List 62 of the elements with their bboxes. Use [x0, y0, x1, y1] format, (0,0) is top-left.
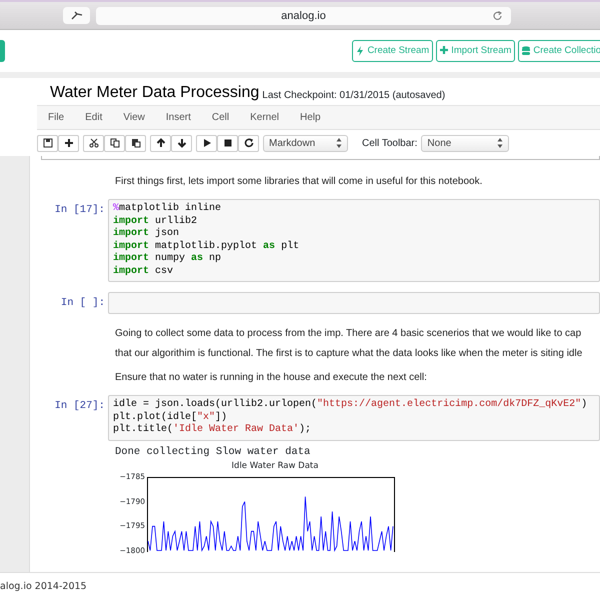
paragraph: Going to collect some data to process from the imp. There are 4 basic scenerios that we would like to cap — [115, 327, 582, 341]
code-line: import matplotlib.pyplot as plt — [113, 240, 300, 252]
arrow-down-icon — [176, 138, 186, 148]
cell-type-select[interactable]: Markdown — [263, 134, 348, 152]
code-input[interactable]: %matplotlib inline import urllib2 import json import matplotlib.pyplot as plt import numpy as np import csv — [108, 199, 600, 282]
plus-icon — [440, 46, 448, 56]
reload-icon — [493, 11, 503, 21]
checkpoint-text: Last Checkpoint: 01/31/2015 (autosaved) — [262, 89, 446, 103]
menu-item[interactable]: Edit — [85, 110, 114, 125]
code-input[interactable] — [108, 292, 600, 314]
menu-item[interactable]: Insert — [166, 110, 203, 125]
code-line: import json — [113, 228, 180, 240]
database-icon — [522, 46, 530, 56]
code-line: idle = json.loads(urllib2.urlopen("https://agent.electricimp.com/dk7DFZ_qKvE2") — [113, 399, 588, 412]
play-icon — [202, 138, 212, 148]
bolt-icon — [356, 46, 364, 56]
menu-item[interactable]: View — [123, 110, 157, 125]
code-line: import numpy as np — [113, 253, 222, 266]
toolbar-button[interactable] — [217, 134, 238, 152]
address-bar[interactable]: analog.io — [96, 7, 511, 25]
menu-item[interactable]: Help — [300, 110, 333, 125]
paragraph: First things first, lets import some libraries that will come in useful for this notebook. — [115, 175, 484, 189]
toolbar-button[interactable] — [196, 134, 217, 152]
code-input[interactable]: idle = json.loads(urllib2.urlopen("https://agent.electricimp.com/dk7DFZ_qKvE2") plt.plot(idle["x"]) plt.title('Idle Water Raw Data'); — [108, 395, 600, 440]
arrow-up-icon — [156, 138, 166, 148]
paste-icon — [130, 138, 140, 148]
code-line: %matplotlib inline — [113, 203, 222, 216]
chart-title: Idle Water Raw Data — [230, 460, 320, 473]
menu-item[interactable]: File — [48, 110, 76, 125]
toolbar-button[interactable] — [171, 134, 192, 152]
cut-icon — [88, 138, 98, 148]
code-line: plt.plot(idle["x"]) — [113, 412, 228, 424]
code-line: import csv — [113, 266, 174, 278]
code-line: plt.title('Idle Water Raw Data'); — [113, 424, 312, 436]
toolbar-button[interactable] — [238, 134, 259, 152]
output-text: Done collecting Slow water data — [114, 444, 312, 460]
toolbar-button[interactable] — [150, 134, 171, 152]
tools-button[interactable] — [63, 7, 90, 24]
toolbar-button[interactable] — [83, 134, 104, 152]
cell-prompt: In [27]: — [54, 399, 106, 414]
plus-icon — [64, 138, 74, 148]
menu-item[interactable]: Cell — [212, 110, 242, 125]
caret-icon — [336, 138, 342, 148]
toolbar-button[interactable] — [37, 134, 58, 152]
cell-toolbar-select[interactable]: None — [421, 134, 510, 152]
cell-prompt: In [17]: — [54, 203, 106, 218]
code-line: import urllib2 — [113, 216, 198, 228]
toolbar-button[interactable] — [104, 134, 125, 152]
save-icon — [42, 138, 52, 148]
menu-item[interactable]: Kernel — [250, 110, 292, 125]
copy-icon — [110, 138, 120, 148]
wrench-icon — [70, 11, 82, 20]
toolbar-button[interactable] — [58, 134, 79, 152]
toolbar-button[interactable] — [125, 134, 146, 152]
restart-icon — [244, 138, 254, 148]
notebook-title[interactable]: Water Meter Data Processing — [50, 81, 260, 105]
cell-prompt: In [ ]: — [60, 296, 106, 311]
paragraph: that our algorithim is functional. The first is to capture what the data looks like when the meter is siting idle — [115, 347, 584, 361]
stop-icon — [222, 138, 232, 148]
paragraph: Ensure that no water is running in the house and execute the next cell: — [115, 371, 428, 385]
cell-toolbar-label: Cell Toolbar: — [362, 136, 418, 150]
caret-icon — [497, 138, 504, 148]
